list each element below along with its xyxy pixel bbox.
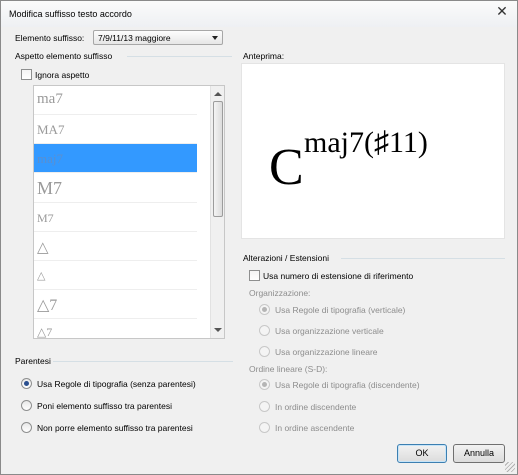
parentheses-option-label: Non porre elemento suffisso tra parentes… xyxy=(37,423,193,433)
list-scrollbar[interactable] xyxy=(210,86,224,338)
cancel-button[interactable]: Annulla xyxy=(453,444,505,463)
appearance-group-divider xyxy=(127,56,232,57)
extensions-group-divider xyxy=(341,258,505,259)
title-bar: Modifica suffisso testo accordo ✕ xyxy=(1,1,517,27)
organization-option-label: Usa organizzazione verticale xyxy=(275,326,384,336)
list-item[interactable]: ma7 xyxy=(34,86,197,115)
list-item-label: △7 xyxy=(37,325,53,339)
list-item[interactable]: M7 xyxy=(34,203,197,232)
linear-order-option-label: In ordine discendente xyxy=(275,402,357,412)
preview-panel: C maj7(♯11) xyxy=(241,63,505,239)
linear-order-option-label: Usa Regole di tipografia (discendente) xyxy=(275,380,420,390)
list-item-label: M7 xyxy=(37,178,63,198)
preview-label: Anteprima: xyxy=(243,51,285,61)
parentheses-option-label: Usa Regole di tipografia (senza parentes… xyxy=(37,379,196,389)
list-item-label: △ xyxy=(37,270,46,282)
list-item-label: ma7 xyxy=(37,91,63,107)
ignore-appearance-checkbox[interactable] xyxy=(21,69,32,80)
ok-button[interactable]: OK xyxy=(397,444,447,463)
parentheses-radio-none[interactable] xyxy=(21,422,32,433)
use-reference-extension-label: Usa numero di estensione di riferimento xyxy=(263,271,414,281)
organization-option-label: Usa Regole di tipografia (verticale) xyxy=(275,305,406,315)
parentheses-group-title: Parentesi xyxy=(15,356,51,366)
linear-order-radio-ascending[interactable] xyxy=(259,422,270,433)
suffix-appearance-list[interactable]: ma7 MA7 maj7 M7 M7 △ △ △7 △7 xyxy=(33,85,225,339)
chord-root: C xyxy=(269,139,304,196)
linear-order-radio-descending[interactable] xyxy=(259,401,270,412)
organization-radio-vertical[interactable] xyxy=(259,325,270,336)
resize-grip-icon[interactable] xyxy=(505,462,515,472)
ignore-appearance-label: Ignora aspetto xyxy=(35,70,90,80)
scroll-thumb[interactable] xyxy=(213,101,223,217)
list-item[interactable]: △7 xyxy=(34,319,197,339)
list-item[interactable]: △ xyxy=(34,261,197,290)
list-item-label: △7 xyxy=(37,297,58,314)
linear-order-label: Ordine lineare (S-D): xyxy=(249,364,328,374)
list-item[interactable]: △7 xyxy=(34,290,197,319)
parentheses-option-label: Poni elemento suffisso tra parentesi xyxy=(37,401,172,411)
parentheses-radio-typography[interactable] xyxy=(21,378,32,389)
use-reference-extension-checkbox[interactable] xyxy=(249,270,260,281)
suffix-element-value: 7/9/11/13 maggiore xyxy=(98,33,171,43)
dialog-window: Modifica suffisso testo accordo ✕ Elemen… xyxy=(0,0,518,475)
appearance-group-title: Aspetto elemento suffisso xyxy=(15,51,113,61)
list-item-label: M7 xyxy=(37,211,54,225)
chevron-down-icon xyxy=(212,36,218,40)
organization-radio-linear[interactable] xyxy=(259,346,270,357)
list-item-label: △ xyxy=(37,240,49,256)
linear-order-option-label: In ordine ascendente xyxy=(275,423,355,433)
suffix-element-select[interactable]: 7/9/11/13 maggiore xyxy=(93,30,223,45)
extensions-group-title: Alterazioni / Estensioni xyxy=(243,253,329,263)
close-icon[interactable]: ✕ xyxy=(493,4,511,20)
list-item-label: MA7 xyxy=(37,122,65,137)
list-item-label: maj7 xyxy=(37,151,63,166)
organization-option-label: Usa organizzazione lineare xyxy=(275,347,378,357)
list-item[interactable]: M7 xyxy=(34,174,197,203)
list-item-selected[interactable]: maj7 xyxy=(34,144,197,173)
linear-order-radio-typography[interactable] xyxy=(259,379,270,390)
window-title: Modifica suffisso testo accordo xyxy=(9,9,132,19)
parentheses-group-divider xyxy=(53,361,233,362)
parentheses-radio-add[interactable] xyxy=(21,400,32,411)
list-item[interactable]: △ xyxy=(34,232,197,261)
scroll-up-icon[interactable] xyxy=(214,92,222,96)
organization-radio-typography[interactable] xyxy=(259,304,270,315)
list-item[interactable]: MA7 xyxy=(34,115,197,144)
scroll-down-icon[interactable] xyxy=(214,328,222,332)
suffix-element-label: Elemento suffisso: xyxy=(15,33,85,43)
chord-suffix: maj7(♯11) xyxy=(304,126,428,159)
organization-label: Organizzazione: xyxy=(249,288,311,298)
